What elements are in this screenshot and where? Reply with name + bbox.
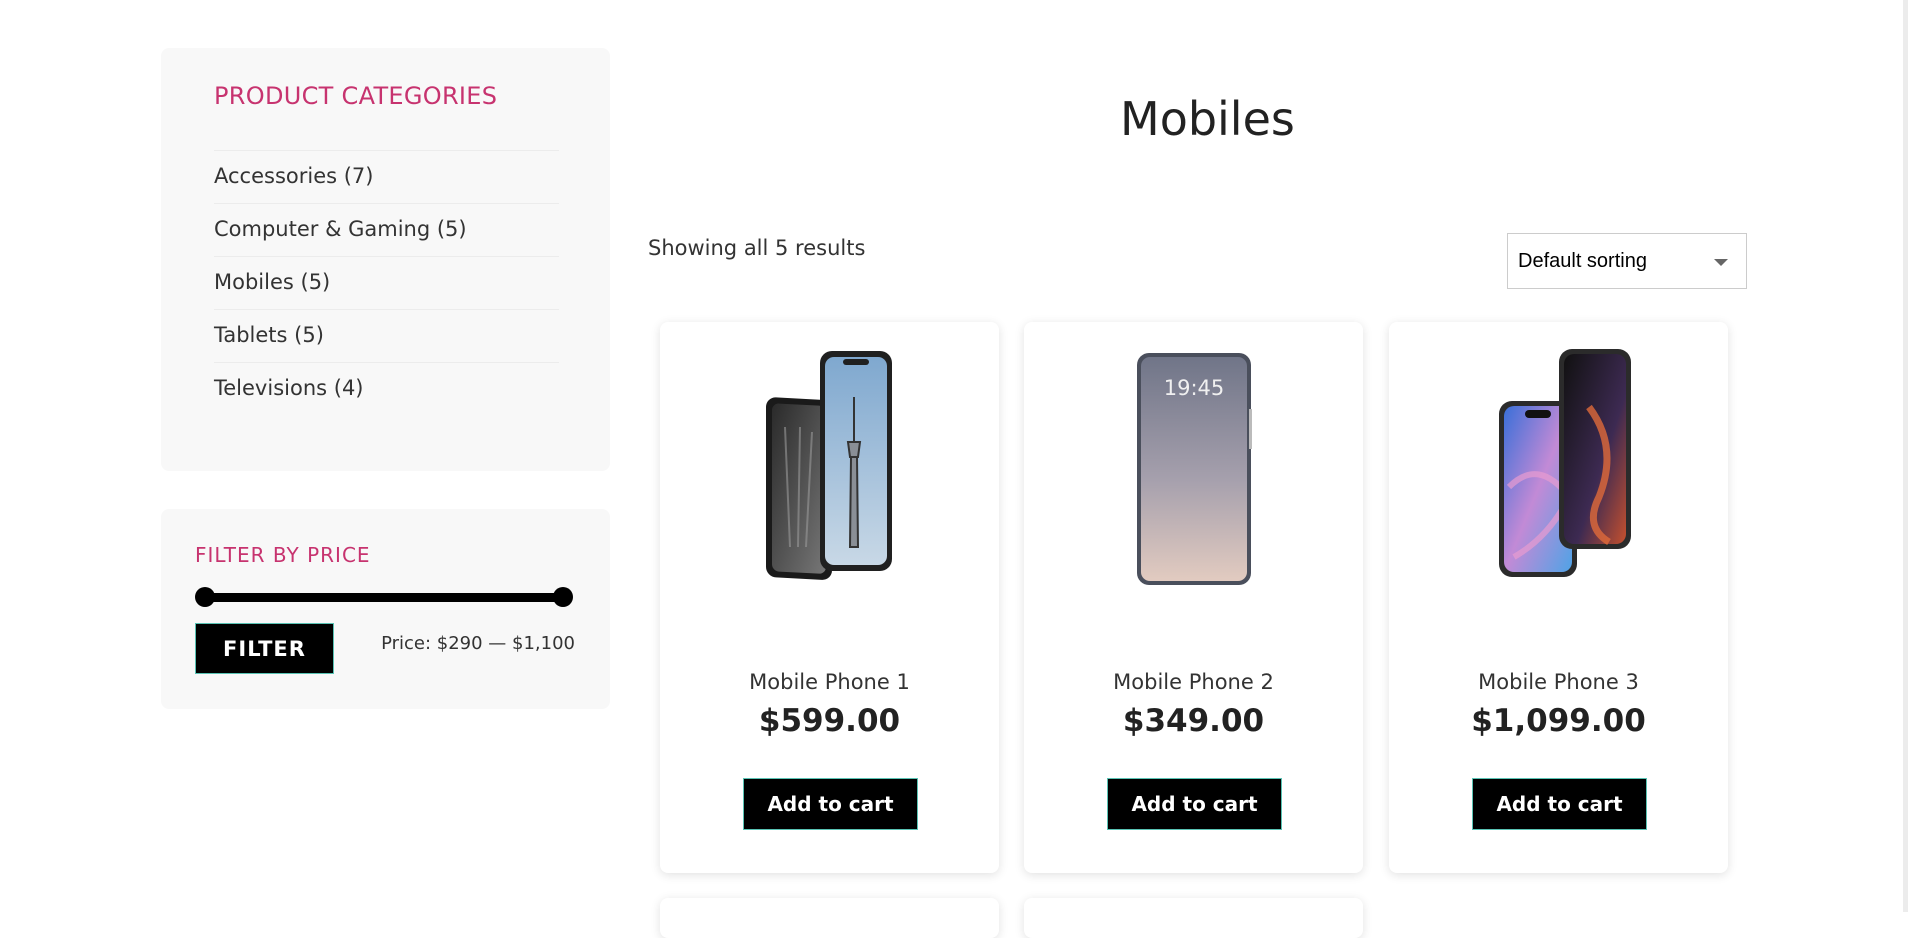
product-card: Mobile Phone 1 $599.00 Add to cart — [660, 322, 999, 873]
product-image-link[interactable]: 19:45 — [1024, 342, 1363, 592]
product-image-link[interactable] — [1389, 342, 1728, 592]
product-name[interactable]: Mobile Phone 1 — [660, 670, 999, 694]
sort-selected-value: Default sorting — [1518, 250, 1647, 272]
category-item-mobiles[interactable]: Mobiles (5) — [214, 256, 559, 309]
add-to-cart-button[interactable]: Add to cart — [743, 778, 918, 830]
product-card: 19:45 Mobile Phone 2 $349.00 Add to cart — [1024, 322, 1363, 873]
product-price: $599.00 — [758, 703, 901, 739]
filter-button[interactable]: FILTER — [195, 623, 334, 674]
lockscreen-time: 19:45 — [1163, 376, 1224, 400]
category-item-tablets[interactable]: Tablets (5) — [214, 309, 559, 362]
product-card-partial — [1024, 898, 1363, 938]
product-card-partial — [660, 898, 999, 938]
dual-phone-image — [765, 351, 892, 580]
product-price: $349.00 — [1122, 703, 1265, 739]
price-min-handle[interactable] — [195, 587, 215, 607]
phone-lockscreen-image: 19:45 — [1136, 353, 1252, 585]
sort-select[interactable]: Default sorting — [1507, 233, 1747, 289]
price-range-label: Price: $290 — $1,100 — [381, 633, 575, 654]
product-price: $1,099.00 — [1471, 703, 1646, 739]
page-title: Mobiles — [1120, 92, 1295, 146]
category-item-televisions[interactable]: Televisions (4) — [214, 362, 559, 415]
price-range-slider[interactable] — [195, 587, 573, 607]
result-count: Showing all 5 results — [648, 236, 866, 260]
product-name[interactable]: Mobile Phone 2 — [1024, 670, 1363, 694]
categories-title: PRODUCT CATEGORIES — [214, 82, 498, 110]
product-name[interactable]: Mobile Phone 3 — [1389, 670, 1728, 694]
product-card: Mobile Phone 3 $1,099.00 Add to cart — [1389, 322, 1728, 873]
chevron-down-icon — [1714, 259, 1728, 266]
add-to-cart-button[interactable]: Add to cart — [1472, 778, 1647, 830]
category-list: Accessories (7) Computer & Gaming (5) Mo… — [214, 150, 559, 415]
category-item-computer-gaming[interactable]: Computer & Gaming (5) — [214, 203, 559, 256]
price-max-handle[interactable] — [553, 587, 573, 607]
add-to-cart-button[interactable]: Add to cart — [1107, 778, 1282, 830]
price-filter-widget: FILTER BY PRICE FILTER Price: $290 — $1,… — [161, 509, 610, 709]
product-image-link[interactable] — [660, 342, 999, 592]
category-item-accessories[interactable]: Accessories (7) — [214, 150, 559, 203]
product-categories-widget: PRODUCT CATEGORIES Accessories (7) Compu… — [161, 48, 610, 471]
page-scrollbar[interactable] — [1903, 0, 1908, 912]
dual-phone-colorful-image — [1498, 349, 1631, 577]
price-filter-title: FILTER BY PRICE — [195, 543, 371, 567]
